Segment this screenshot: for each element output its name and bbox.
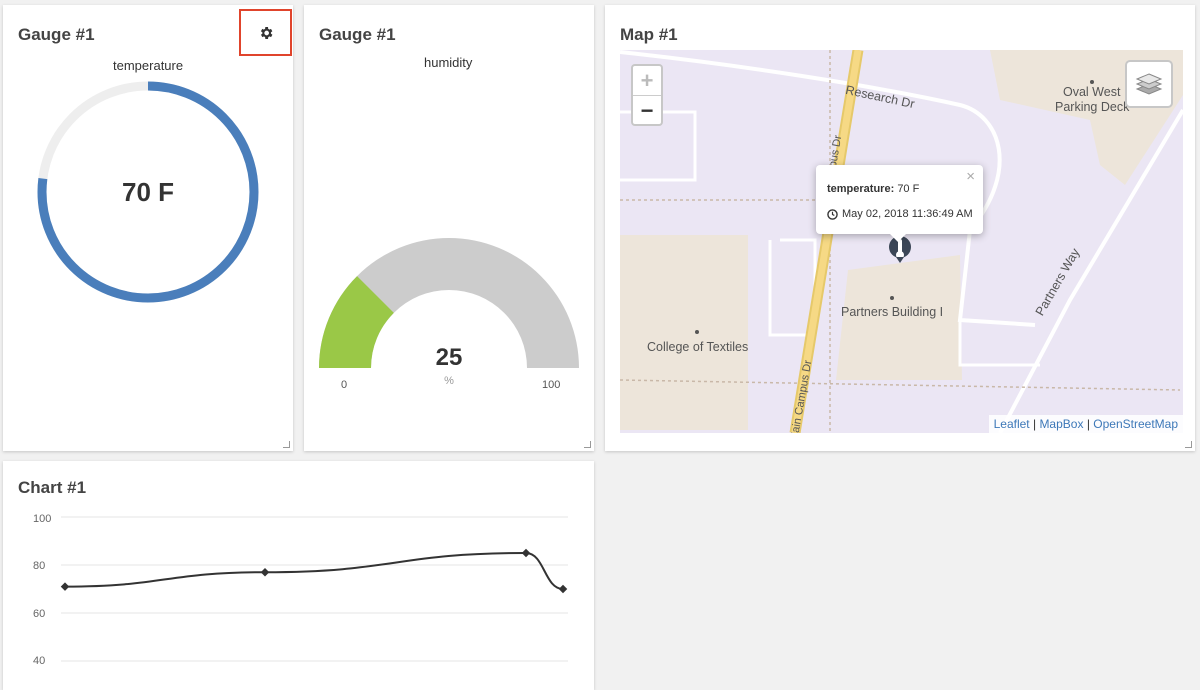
gauge-min-label: 0: [341, 379, 348, 391]
building-college-textiles: [620, 235, 748, 430]
popup-field-line: temperature: 70 F: [827, 183, 919, 195]
zoom-out-button[interactable]: −: [633, 95, 661, 124]
popup-field-name: temperature:: [827, 183, 895, 195]
line-chart: [60, 516, 568, 662]
attribution-mapbox-link[interactable]: MapBox: [1039, 417, 1083, 431]
data-point[interactable]: [521, 548, 531, 558]
map-attribution: Leaflet | MapBox | OpenStreetMap: [988, 415, 1183, 433]
map-label-oval-west: Oval West: [1063, 85, 1121, 99]
popup-close-button[interactable]: ×: [966, 168, 975, 185]
map-popup: × temperature: 70 F May 02, 2018 11:36:4…: [816, 165, 983, 234]
humidity-gauge: [319, 238, 579, 368]
map-label-college-textiles: College of Textiles: [647, 340, 749, 354]
map-canvas[interactable]: Research Dr Oval West Parking Deck Partn…: [620, 50, 1183, 433]
map-card: Map #1 Research Dr Oval West Parking Dec…: [605, 5, 1195, 451]
map-title: Map #1: [620, 25, 678, 44]
map-label-partners-building: Partners Building I: [841, 305, 944, 319]
gauge-card-temperature: Gauge #1 temperature 70 F: [3, 5, 293, 451]
temperature-gauge-ring: [37, 81, 259, 303]
road-east-connector: [958, 320, 1040, 367]
zoom-in-button[interactable]: +: [633, 66, 661, 95]
gauge-card-humidity: Gauge #1 humidity 25 % 0 100: [304, 5, 594, 451]
gauge-value: 70 F: [121, 177, 175, 207]
attribution-separator: |: [1032, 417, 1037, 431]
data-point[interactable]: [558, 584, 568, 594]
popup-timestamp-line: May 02, 2018 11:36:49 AM: [827, 208, 973, 220]
resize-handle[interactable]: [283, 441, 290, 448]
attribution-leaflet-link[interactable]: Leaflet: [994, 417, 1030, 431]
popup-timestamp: May 02, 2018 11:36:49 AM: [842, 208, 973, 220]
resize-handle[interactable]: [584, 441, 591, 448]
layers-icon: [1135, 73, 1163, 95]
data-point[interactable]: [60, 582, 70, 591]
road-partners-way: [998, 108, 1183, 433]
layers-button[interactable]: [1125, 60, 1173, 108]
series-line: [64, 551, 564, 590]
resize-handle[interactable]: [1185, 441, 1192, 448]
attribution-separator: |: [1086, 417, 1090, 431]
data-point[interactable]: [260, 567, 270, 577]
gauge-value: 25: [435, 344, 463, 371]
popup-tip: [890, 234, 906, 242]
attribution-osm-link[interactable]: OpenStreetMap: [1093, 417, 1178, 431]
poi-dot: [695, 330, 699, 334]
map-label-parking-deck: Parking Deck: [1055, 100, 1130, 114]
chart-card: Chart #1 100 80 60 40: [3, 461, 594, 690]
zoom-control: + −: [631, 64, 663, 126]
popup-field-value: 70 F: [897, 183, 920, 195]
poi-dot: [1090, 80, 1094, 84]
clock-icon: [827, 208, 838, 220]
poi-dot: [890, 296, 894, 300]
gauge-max-label: 100: [542, 379, 561, 391]
